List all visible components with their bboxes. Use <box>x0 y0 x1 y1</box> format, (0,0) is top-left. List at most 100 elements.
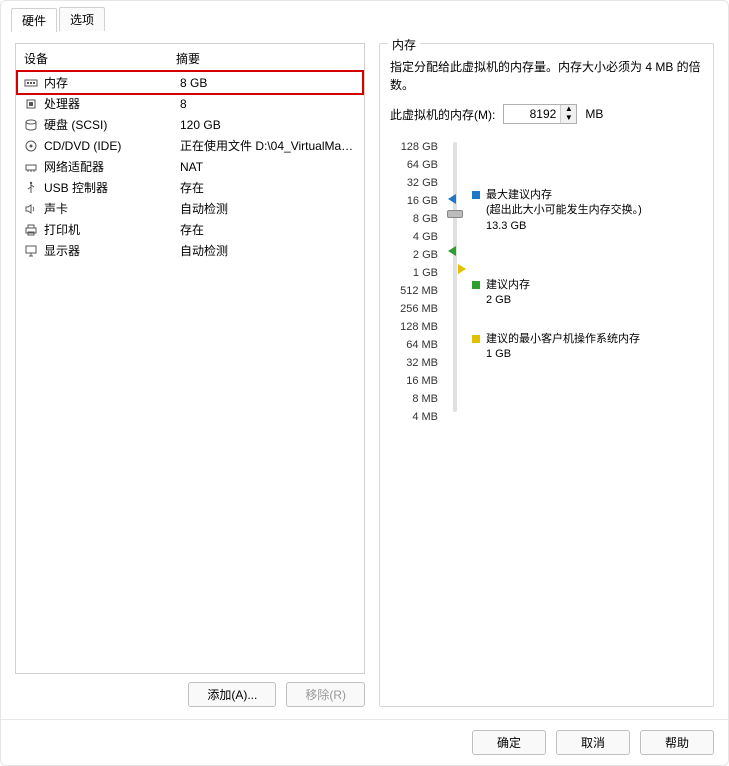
device-row-usb[interactable]: USB 控制器存在 <box>16 177 364 198</box>
device-name: 处理器 <box>44 95 174 112</box>
memory-group: 内存 指定分配给此虚拟机的内存量。内存大小必须为 4 MB 的倍数。 此虚拟机的… <box>379 43 714 707</box>
cancel-button[interactable]: 取消 <box>556 730 630 755</box>
slider-ticks: 128 GB64 GB32 GB16 GB8 GB4 GB2 GB1 GB512… <box>390 138 438 426</box>
display-icon <box>24 244 38 258</box>
content: 设备 摘要 内存 8 GB 处理器 8 硬盘 (SCSI) 120 GB CD/DVD (I… <box>1 31 728 719</box>
tick-label: 32 MB <box>406 354 438 372</box>
tick-label: 64 GB <box>407 156 438 174</box>
device-row-memory[interactable]: 内存 8 GB <box>16 70 364 95</box>
marker-max <box>448 194 456 204</box>
device-summary: 120 GB <box>180 118 356 132</box>
help-button[interactable]: 帮助 <box>640 730 714 755</box>
device-summary: 8 GB <box>180 76 356 90</box>
device-row-cd[interactable]: CD/DVD (IDE) 正在使用文件 D:\04_VirtualMac... <box>16 135 364 156</box>
legend-rec-title: 建议内存 <box>486 278 530 293</box>
memory-desc: 指定分配给此虚拟机的内存量。内存大小必须为 4 MB 的倍数。 <box>390 58 703 94</box>
tick-label: 128 GB <box>401 138 438 156</box>
device-list-header: 设备 摘要 <box>16 48 364 72</box>
col-summary: 摘要 <box>176 50 200 67</box>
square-icon <box>472 191 480 199</box>
spin-buttons[interactable]: ▲ ▼ <box>560 105 576 123</box>
sound-icon <box>24 202 38 216</box>
device-name: 打印机 <box>44 221 174 238</box>
legend-max-note: (超出此大小可能发生内存交换。) <box>486 203 642 218</box>
memory-spinner[interactable]: ▲ ▼ <box>503 104 577 124</box>
slider-track-bg <box>453 142 457 412</box>
device-row-net[interactable]: 网络适配器 NAT <box>16 156 364 177</box>
device-row-printer[interactable]: 打印机存在 <box>16 219 364 240</box>
cpu-icon <box>24 97 38 111</box>
device-summary: 存在 <box>180 221 356 238</box>
device-summary: 存在 <box>180 179 356 196</box>
legend-max: 最大建议内存 (超出此大小可能发生内存交换。) 13.3 GB <box>472 188 642 234</box>
vm-settings-dialog: 硬件 选项 设备 摘要 内存 8 GB 处理器 8 硬盘 (SCSI) 120 GB CD/… <box>0 0 729 766</box>
device-summary: NAT <box>180 160 356 174</box>
device-name: USB 控制器 <box>44 179 174 196</box>
right-pane: 内存 指定分配给此虚拟机的内存量。内存大小必须为 4 MB 的倍数。 此虚拟机的… <box>379 43 714 707</box>
tick-label: 16 MB <box>406 372 438 390</box>
device-row-cpu[interactable]: 处理器 8 <box>16 93 364 114</box>
tick-label: 128 MB <box>400 318 438 336</box>
device-row-disk[interactable]: 硬盘 (SCSI) 120 GB <box>16 114 364 135</box>
device-summary: 自动检测 <box>180 242 356 259</box>
dialog-footer: 确定 取消 帮助 <box>1 719 728 765</box>
tab-hardware[interactable]: 硬件 <box>11 8 57 32</box>
memory-slider[interactable] <box>446 138 464 426</box>
device-name: CD/DVD (IDE) <box>44 139 174 153</box>
tick-label: 2 GB <box>413 246 438 264</box>
slider-legend: 最大建议内存 (超出此大小可能发生内存交换。) 13.3 GB 建议内存 2 G… <box>472 138 703 426</box>
memory-unit: MB <box>585 107 603 121</box>
memory-label: 此虚拟机的内存(M): <box>390 106 495 123</box>
device-name: 显示器 <box>44 242 174 259</box>
square-icon <box>472 281 480 289</box>
memory-input-row: 此虚拟机的内存(M): ▲ ▼ MB <box>390 104 703 124</box>
legend-min-title: 建议的最小客户机操作系统内存 <box>486 332 640 347</box>
tick-label: 8 MB <box>412 390 438 408</box>
device-list[interactable]: 设备 摘要 内存 8 GB 处理器 8 硬盘 (SCSI) 120 GB CD/DVD (I… <box>15 43 365 674</box>
legend-rec-value: 2 GB <box>486 293 530 308</box>
memory-slider-area: 128 GB64 GB32 GB16 GB8 GB4 GB2 GB1 GB512… <box>390 138 703 426</box>
printer-icon <box>24 223 38 237</box>
device-summary: 自动检测 <box>180 200 356 217</box>
legend-min: 建议的最小客户机操作系统内存 1 GB <box>472 332 640 363</box>
add-button[interactable]: 添加(A)... <box>188 682 276 707</box>
memory-icon <box>24 76 38 90</box>
device-row-sound[interactable]: 声卡自动检测 <box>16 198 364 219</box>
tab-options[interactable]: 选项 <box>59 7 105 31</box>
tick-label: 256 MB <box>400 300 438 318</box>
spin-down[interactable]: ▼ <box>561 114 576 123</box>
left-pane: 设备 摘要 内存 8 GB 处理器 8 硬盘 (SCSI) 120 GB CD/DVD (I… <box>15 43 365 707</box>
marker-min <box>458 264 466 274</box>
square-icon <box>472 335 480 343</box>
marker-rec <box>448 246 456 256</box>
device-buttons: 添加(A)... 移除(R) <box>15 682 365 707</box>
tick-label: 16 GB <box>407 192 438 210</box>
device-row-display[interactable]: 显示器自动检测 <box>16 240 364 261</box>
remove-button[interactable]: 移除(R) <box>286 682 365 707</box>
tick-label: 1 GB <box>413 264 438 282</box>
tick-label: 32 GB <box>407 174 438 192</box>
tabs: 硬件 选项 <box>1 1 728 31</box>
group-title: 内存 <box>388 36 420 53</box>
tick-label: 4 GB <box>413 228 438 246</box>
cd-icon <box>24 139 38 153</box>
device-name: 内存 <box>44 74 174 91</box>
tick-label: 512 MB <box>400 282 438 300</box>
net-icon <box>24 160 38 174</box>
device-name: 网络适配器 <box>44 158 174 175</box>
device-summary: 正在使用文件 D:\04_VirtualMac... <box>180 137 356 154</box>
device-name: 硬盘 (SCSI) <box>44 116 174 133</box>
col-device: 设备 <box>24 50 176 67</box>
slider-thumb[interactable] <box>447 210 463 218</box>
device-summary: 8 <box>180 97 356 111</box>
tick-label: 8 GB <box>413 210 438 228</box>
legend-rec: 建议内存 2 GB <box>472 278 530 309</box>
tick-label: 4 MB <box>412 408 438 426</box>
tick-label: 64 MB <box>406 336 438 354</box>
legend-max-value: 13.3 GB <box>486 219 642 234</box>
memory-input[interactable] <box>504 105 560 123</box>
legend-min-value: 1 GB <box>486 347 640 362</box>
usb-icon <box>24 181 38 195</box>
legend-max-title: 最大建议内存 <box>486 188 642 203</box>
ok-button[interactable]: 确定 <box>472 730 546 755</box>
